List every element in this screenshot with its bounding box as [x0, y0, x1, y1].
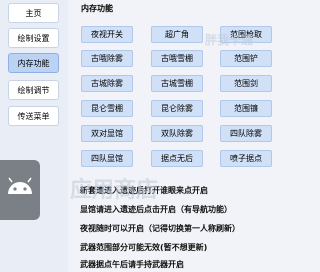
sidebar-item-teleport-menu[interactable]: 传送菜单: [8, 106, 59, 126]
snow-shed-1-button[interactable]: 古哦雪棚: [151, 50, 203, 67]
wide-angle-button[interactable]: 超广角: [151, 26, 203, 43]
note-1: 新套速进入遗迹后打开谁眼来点开启: [80, 186, 208, 195]
squad-fog-button[interactable]: 四队除雾: [220, 125, 272, 142]
squad-display-button[interactable]: 四队显馆: [81, 150, 133, 167]
range-shovel-button[interactable]: 范围铲: [220, 50, 272, 67]
android-card: [0, 160, 40, 220]
sidebar-item-draw-adjust[interactable]: 绘制调节: [8, 80, 59, 100]
ancient-city-fog-button[interactable]: 古城除雾: [81, 75, 133, 92]
note-3: 夜视随时可以开启（记得切换第一人称刷新）: [80, 224, 240, 233]
range-sickle-button[interactable]: 范围镰: [220, 100, 272, 117]
android-icon: [8, 177, 32, 194]
kunlun-fog-button[interactable]: 昆仑除雾: [151, 100, 203, 117]
kunlun-snow-button[interactable]: 昆仑雪棚: [81, 100, 133, 117]
sidebar-item-home[interactable]: 主页: [8, 3, 59, 23]
range-gun-button[interactable]: 范围枪取: [220, 26, 272, 43]
duo-display-button[interactable]: 双对显馆: [81, 125, 133, 142]
stronghold-no-recoil-button[interactable]: 据点无后: [151, 150, 203, 167]
duo-fog-button[interactable]: 双队除雾: [151, 125, 203, 142]
night-vision-toggle-button[interactable]: 夜视开关: [81, 26, 133, 43]
note-2: 显馆请进入遗迹后点击开启（有导航功能）: [80, 205, 232, 214]
shotgun-stronghold-button[interactable]: 喷子据点: [220, 150, 272, 167]
main-panel: 内存功能 夜视开关 超广角 范围枪取 古哦除雾 古哦雪棚 范围铲 古城除雾 古城…: [68, 0, 296, 272]
section-title: 内存功能: [81, 4, 113, 13]
remove-fog-1-button[interactable]: 古哦除雾: [81, 50, 133, 67]
sidebar: 主页 绘制设置 内存功能 绘制调节 传送菜单: [0, 0, 68, 272]
note-4: 武器范围部分可能无效(暂不想更新): [80, 243, 208, 252]
sidebar-item-draw-settings[interactable]: 绘制设置: [8, 28, 59, 48]
note-5: 武器据点午后请手持武器开启: [80, 260, 184, 269]
ancient-city-snow-button[interactable]: 古城雪棚: [151, 75, 203, 92]
range-sword-button[interactable]: 范围剑: [220, 75, 272, 92]
sidebar-item-memory-functions[interactable]: 内存功能: [8, 53, 59, 73]
